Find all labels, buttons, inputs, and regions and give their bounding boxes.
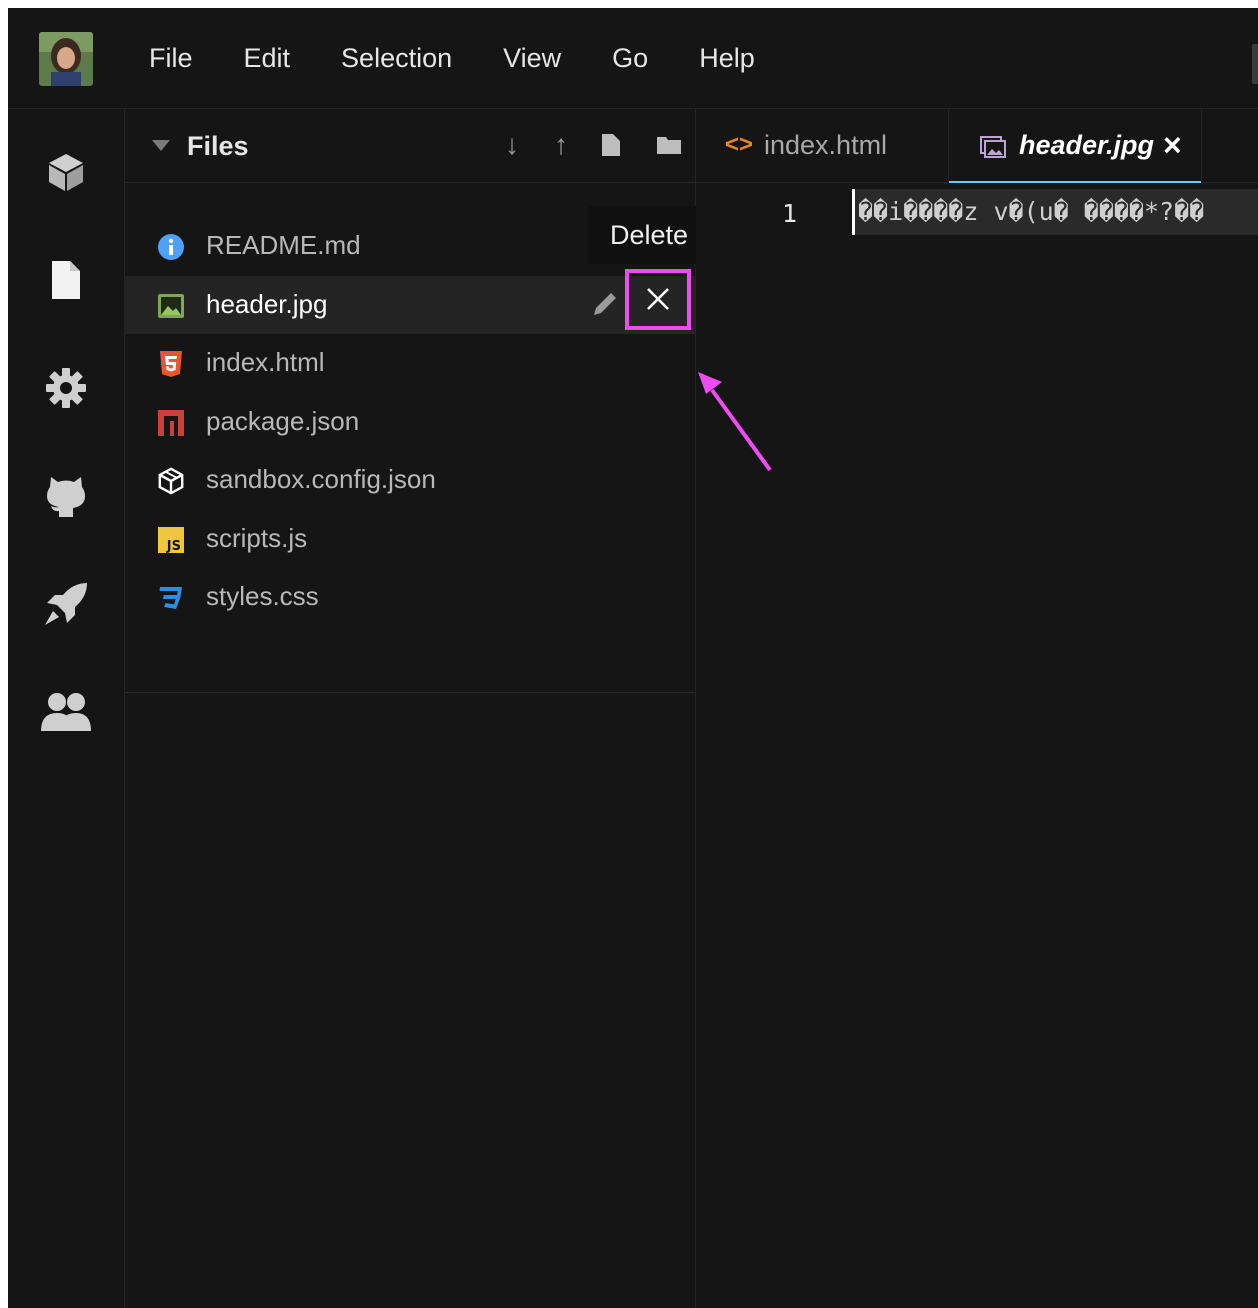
files-title: Files	[187, 131, 249, 161]
tab-close-button[interactable]: ×	[1163, 127, 1182, 164]
javascript-icon: JS	[157, 526, 185, 554]
new-file-icon[interactable]	[596, 129, 626, 161]
file-item-package-json[interactable]: package.json	[125, 393, 695, 452]
download-icon[interactable]: ↓	[497, 129, 527, 161]
tab-label: header.jpg	[1019, 130, 1155, 160]
code-icon: <>	[725, 131, 754, 158]
gear-icon[interactable]	[38, 360, 94, 416]
css3-icon	[157, 584, 185, 612]
file-item-index-html[interactable]: index.html	[125, 334, 695, 393]
menu-help[interactable]: Help	[699, 43, 755, 74]
menu-edit[interactable]: Edit	[244, 43, 291, 74]
line-content[interactable]: ��i����z v�(u� ����*?��	[852, 189, 1258, 235]
chevron-down-icon[interactable]	[152, 140, 170, 152]
avatar[interactable]	[39, 32, 93, 86]
html5-icon	[157, 350, 185, 378]
file-name: sandbox.config.json	[206, 464, 436, 494]
files-panel: Files ↓ ↑ Delete README.md header.jpg in…	[125, 109, 709, 1308]
upload-icon[interactable]: ↑	[546, 129, 576, 161]
active-tab-indicator	[949, 181, 1201, 183]
file-name: scripts.js	[206, 522, 308, 553]
file-name: package.json	[206, 405, 360, 436]
delete-button[interactable]	[625, 268, 691, 330]
file-item-scripts-js[interactable]: JS scripts.js	[125, 510, 695, 569]
file-item-sandbox-config[interactable]: sandbox.config.json	[125, 451, 695, 510]
github-icon[interactable]	[38, 468, 94, 524]
npm-icon	[157, 409, 185, 437]
users-icon[interactable]	[38, 684, 94, 740]
activity-bar	[8, 109, 125, 1308]
editor-tabs: <> index.html header.jpg ×	[696, 109, 1258, 183]
new-folder-icon[interactable]	[654, 129, 684, 161]
pencil-icon[interactable]	[590, 289, 620, 319]
code-line[interactable]: 1 ��i����z v�(u� ����*?��	[696, 189, 1258, 235]
menu-go[interactable]: Go	[612, 43, 648, 74]
panel-divider	[125, 692, 695, 693]
menu-view[interactable]: View	[503, 43, 561, 74]
file-icon[interactable]	[38, 252, 94, 308]
menu-bar-edge	[1252, 44, 1258, 84]
tab-header-jpg[interactable]: header.jpg ×	[949, 109, 1202, 183]
tab-label: index.html	[764, 130, 888, 160]
line-number: 1	[782, 199, 798, 228]
menu-selection[interactable]: Selection	[341, 43, 452, 74]
image-icon	[157, 292, 185, 320]
ide-window: File Edit Selection View Go Help Files ↓…	[8, 8, 1258, 1308]
close-icon	[647, 288, 669, 310]
file-item-readme[interactable]: README.md	[125, 217, 695, 276]
file-name: styles.css	[206, 581, 319, 611]
codesandbox-icon	[157, 467, 185, 495]
file-item-header-jpg[interactable]: header.jpg	[125, 268, 695, 334]
cube-icon[interactable]	[38, 144, 94, 200]
info-icon	[157, 233, 185, 261]
text-cursor	[852, 189, 855, 235]
file-name: README.md	[206, 230, 361, 260]
rocket-icon[interactable]	[38, 576, 94, 632]
tab-index-html[interactable]: <> index.html	[696, 109, 949, 182]
file-name: header.jpg	[206, 288, 328, 319]
files-header: Files ↓ ↑	[125, 109, 695, 183]
svg-text:JS: JS	[166, 539, 181, 553]
image-icon	[980, 136, 1006, 158]
file-name: index.html	[206, 347, 325, 377]
menu-bar: File Edit Selection View Go Help	[8, 8, 1258, 109]
file-list: README.md header.jpg index.html package.…	[125, 217, 695, 627]
file-item-styles-css[interactable]: styles.css	[125, 568, 695, 627]
menu-file[interactable]: File	[149, 43, 193, 74]
editor: <> index.html header.jpg × 1 ��i����z v�…	[696, 109, 1258, 1308]
